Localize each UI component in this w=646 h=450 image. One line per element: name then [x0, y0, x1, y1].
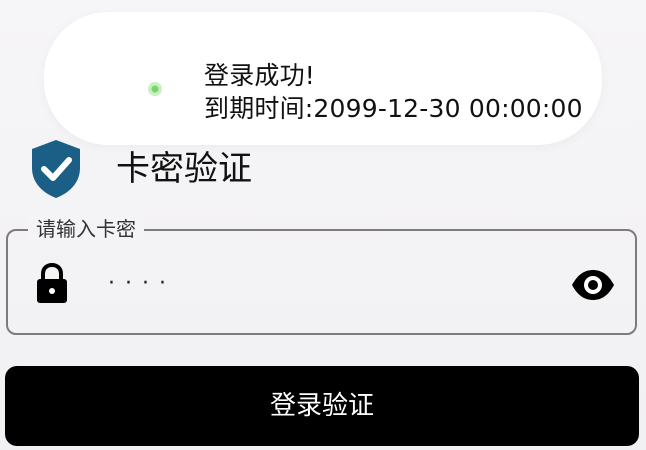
- eye-icon[interactable]: [570, 266, 616, 304]
- login-verify-button[interactable]: 登录验证: [5, 366, 639, 446]
- page-title: 卡密验证: [116, 149, 252, 189]
- card-key-field[interactable]: [6, 229, 637, 335]
- lock-icon: [37, 262, 67, 303]
- login-screen: 登录成功! 到期时间:2099-12-30 00:00:00 卡密验证 请输入卡…: [0, 0, 646, 450]
- toast-line-expiry: 到期时间:2099-12-30 00:00:00: [204, 94, 583, 123]
- toast-message: 登录成功! 到期时间:2099-12-30 00:00:00: [204, 59, 583, 125]
- card-key-label: 请输入卡密: [28, 217, 144, 241]
- shield-check-icon: [32, 140, 80, 198]
- app-icon: [148, 82, 162, 96]
- toast-line-success: 登录成功!: [204, 61, 316, 90]
- toast-notification: 登录成功! 到期时间:2099-12-30 00:00:00: [44, 12, 602, 145]
- card-key-input[interactable]: ····: [108, 266, 176, 302]
